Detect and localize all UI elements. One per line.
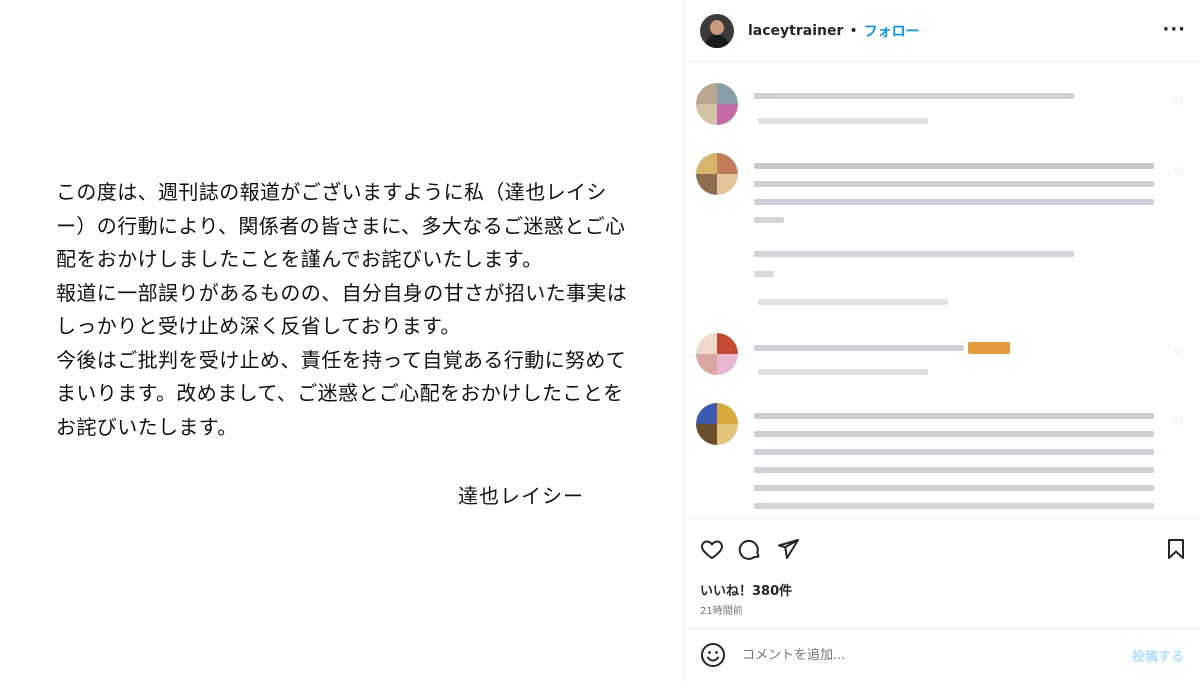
avatar-pixel: [696, 333, 717, 354]
blurred-comment-emoji: [968, 342, 1010, 354]
avatar-pixel: [717, 333, 738, 354]
avatar-pixel: [717, 153, 738, 174]
author-avatar[interactable]: [700, 13, 734, 48]
save-bookmark-icon[interactable]: [1164, 537, 1188, 561]
post-image: この度は、週刊誌の報道がございますように私（達也レイシ ー）の行動により、関係者…: [0, 0, 684, 681]
follow-button[interactable]: フォロー: [864, 21, 920, 41]
comment-avatar[interactable]: [696, 153, 738, 195]
avatar-pixel: [696, 83, 717, 104]
blurred-comment-text: [754, 467, 1154, 473]
avatar-pixel: [696, 403, 717, 424]
statement-line: この度は、週刊誌の報道がございますように私（達也レイシ: [56, 180, 607, 204]
statement-text: この度は、週刊誌の報道がございますように私（達也レイシ ー）の行動により、関係者…: [56, 176, 646, 444]
blurred-comment-text: [754, 93, 1074, 99]
like-heart-icon[interactable]: [700, 537, 724, 561]
share-paper-plane-icon[interactable]: [776, 537, 800, 561]
blurred-comment-text: [754, 431, 1154, 437]
avatar-pixel: [717, 354, 738, 375]
like-comment-icon[interactable]: ♡: [1174, 417, 1184, 428]
emoji-smiley-icon[interactable]: [700, 642, 726, 668]
statement-line: しっかりと受け止め深く反省しております。: [56, 314, 461, 338]
avatar-pixel: [717, 174, 738, 195]
comment-item: ♡: [696, 153, 1186, 313]
statement-line: 今後はご批判を受け止め、責任を持って自覚ある行動に努めて: [56, 347, 627, 372]
pixelated-avatar-icon: [696, 83, 738, 125]
avatar-pixel: [696, 354, 717, 375]
blurred-comment-text: [754, 163, 1154, 169]
blurred-comment-meta: [758, 299, 948, 305]
avatar-pixel: [717, 424, 738, 445]
blurred-comment-text: [754, 449, 1154, 455]
statement-line: お詫びいたします。: [56, 414, 238, 439]
action-icons-group: [700, 537, 800, 561]
comment-avatar[interactable]: [696, 403, 738, 445]
pixelated-avatar-icon: [696, 403, 738, 445]
comment-avatar[interactable]: [696, 333, 738, 375]
post-timestamp[interactable]: 21時間前: [700, 602, 743, 617]
separator-dot: •: [849, 22, 858, 39]
more-options-icon[interactable]: ···: [1162, 19, 1186, 40]
avatar-pixel: [717, 104, 738, 125]
comment-bubble-icon[interactable]: [738, 537, 762, 561]
avatar-pixel: [696, 104, 717, 125]
statement-line: まいります。改めまして、ご迷惑とご心配をおかけしたことを: [56, 381, 624, 405]
like-comment-icon[interactable]: ♡: [1174, 167, 1184, 178]
like-comment-icon[interactable]: ♡: [1174, 97, 1184, 108]
blurred-comment-text: [754, 251, 1074, 257]
pixelated-avatar-icon: [696, 153, 738, 195]
comment-item: ♡: [696, 403, 1186, 518]
post-side-panel: laceytrainer • フォロー ··· ♡ ♡ ♡ ♡ いいね！380件…: [684, 0, 1200, 681]
avatar-pixel: [696, 174, 717, 195]
comments-list[interactable]: ♡ ♡ ♡ ♡: [684, 63, 1200, 518]
blurred-comment-meta: [758, 118, 928, 124]
comment-item: ♡: [696, 83, 1186, 143]
blurred-comment-meta: [758, 369, 928, 375]
like-comment-icon[interactable]: ♡: [1174, 347, 1184, 358]
blurred-comment-text: [754, 217, 784, 223]
statement-line: 配をおかけしましたことを謹んでお詫びいたします。: [56, 247, 543, 271]
statement-signature: 達也レイシー: [458, 484, 584, 508]
add-comment-bar: 投稿する: [684, 628, 1200, 681]
comment-avatar[interactable]: [696, 83, 738, 125]
comment-input[interactable]: [742, 647, 1132, 663]
blurred-comment-text: [754, 503, 1154, 509]
statement-line: ー）の行動により、関係者の皆さまに、多大なるご迷惑とご心: [56, 213, 626, 238]
likes-count[interactable]: いいね！380件: [700, 580, 792, 599]
avatar-pixel: [696, 424, 717, 445]
avatar-pixel: [717, 83, 738, 104]
post-header: laceytrainer • フォロー ···: [684, 0, 1200, 62]
blurred-comment-text: [754, 413, 1154, 419]
avatar-pixel: [696, 153, 717, 174]
blurred-comment-text: [754, 485, 1154, 491]
statement-line: 報道に一部誤りがあるものの、自分自身の甘さが招いた事実は: [56, 280, 628, 305]
author-username[interactable]: laceytrainer: [748, 23, 843, 39]
comment-item: ♡: [696, 333, 1186, 393]
blurred-comment-text: [754, 199, 1154, 205]
post-comment-button[interactable]: 投稿する: [1132, 646, 1184, 665]
blurred-comment-text: [754, 271, 774, 277]
blurred-comment-text: [754, 345, 964, 351]
pixelated-avatar-icon: [696, 333, 738, 375]
avatar-pixel: [717, 403, 738, 424]
blurred-comment-text: [754, 181, 1154, 187]
